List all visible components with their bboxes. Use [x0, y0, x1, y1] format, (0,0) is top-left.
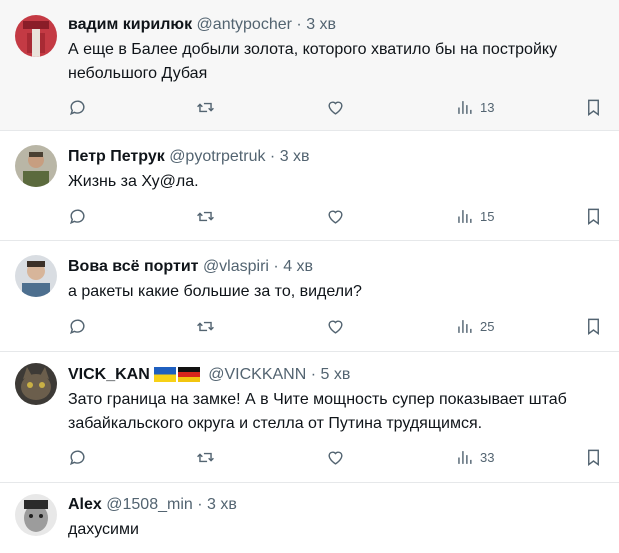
views-button[interactable]: 13 — [455, 96, 494, 118]
heart-icon — [328, 101, 343, 115]
tweet-text: Зато граница на замке! А в Чите мощность… — [68, 391, 567, 432]
reply-button[interactable] — [68, 315, 87, 337]
reply-button[interactable] — [68, 446, 87, 468]
reply-icon — [69, 208, 85, 224]
views-button[interactable]: 33 — [455, 446, 494, 468]
retweet-button[interactable] — [196, 205, 215, 227]
tweet-1[interactable]: вадим кирилюк @antypocher · 3 хв А еще в… — [0, 0, 619, 131]
views-count: 15 — [480, 208, 495, 224]
bookmark-button[interactable] — [584, 315, 603, 337]
bookmark-icon — [588, 449, 599, 466]
timestamp[interactable]: 4 хв — [283, 258, 313, 275]
avatar[interactable] — [15, 255, 57, 297]
views-icon — [458, 209, 472, 223]
author-name[interactable]: вадим кирилюк — [68, 16, 192, 33]
tweet-actions: 33 — [68, 446, 608, 468]
avatar[interactable] — [15, 145, 57, 187]
tweet-4[interactable]: VICK_KAN @VICKKANN · 5 хв Зато граница н… — [0, 352, 619, 483]
author-name[interactable]: VICK_KAN — [68, 366, 150, 383]
views-icon — [458, 450, 472, 464]
separator-dot: · — [273, 258, 279, 275]
separator-dot: · — [296, 16, 302, 33]
tweet-header: Alex @1508_min · 3 хв — [68, 495, 237, 515]
views-button[interactable]: 15 — [455, 205, 494, 227]
germany-flag-icon — [177, 367, 200, 382]
tweet-actions: 25 — [68, 315, 608, 337]
retweet-button[interactable] — [196, 315, 215, 337]
bookmark-icon — [588, 99, 599, 116]
tweet-header: Вова всё портит @vlaspiri · 4 хв — [68, 257, 313, 277]
separator-dot: · — [310, 366, 317, 383]
tweet-actions: 15 — [68, 205, 608, 227]
tweet-text: а ракеты какие большие за то, видели? — [68, 283, 362, 300]
reply-icon — [69, 318, 85, 334]
avatar[interactable] — [15, 494, 57, 536]
like-button[interactable] — [326, 205, 345, 227]
tweet-text: дахусими — [68, 521, 139, 538]
author-handle[interactable]: @vlaspiri — [203, 258, 269, 275]
views-icon — [458, 100, 472, 114]
reply-icon — [69, 99, 85, 115]
timestamp[interactable]: 3 хв — [280, 148, 310, 165]
views-button[interactable]: 25 — [455, 315, 494, 337]
tweet-5[interactable]: Alex @1508_min · 3 хв дахусими — [0, 483, 619, 553]
bookmark-button[interactable] — [584, 205, 603, 227]
tweet-text: А еще в Балее добыли золота, которого хв… — [68, 41, 558, 82]
tweet-actions: 13 — [68, 96, 608, 118]
retweet-button[interactable] — [196, 446, 215, 468]
separator-dot: · — [269, 148, 276, 165]
separator-dot: · — [197, 496, 203, 513]
avatar[interactable] — [15, 15, 57, 57]
reply-button[interactable] — [68, 205, 87, 227]
author-handle[interactable]: @antypocher — [197, 16, 292, 33]
author-name[interactable]: Петр Петрук — [68, 148, 165, 165]
retweet-icon — [197, 102, 214, 112]
views-icon — [458, 319, 472, 333]
views-count: 33 — [480, 449, 495, 465]
timestamp[interactable]: 3 хв — [207, 496, 237, 513]
reply-feed: вадим кирилюк @antypocher · 3 хв А еще в… — [0, 0, 619, 553]
retweet-icon — [197, 211, 214, 221]
bookmark-icon — [588, 208, 599, 225]
tweet-header: Петр Петрук @pyotrpetruk · 3 хв — [68, 147, 310, 167]
reply-button[interactable] — [68, 96, 87, 118]
heart-icon — [328, 320, 343, 334]
flags — [153, 367, 200, 387]
author-handle[interactable]: @1508_min — [106, 496, 193, 513]
retweet-icon — [197, 452, 214, 462]
avatar[interactable] — [15, 363, 57, 405]
like-button[interactable] — [326, 446, 345, 468]
author-handle[interactable]: @VICKKANN — [208, 366, 306, 383]
retweet-button[interactable] — [196, 96, 215, 118]
author-name[interactable]: Вова всё портит — [68, 258, 198, 275]
heart-icon — [328, 210, 343, 224]
retweet-icon — [197, 321, 214, 331]
tweet-3[interactable]: Вова всё портит @vlaspiri · 4 хв а ракет… — [0, 241, 619, 352]
heart-icon — [328, 451, 343, 465]
like-button[interactable] — [326, 315, 345, 337]
timestamp[interactable]: 3 хв — [306, 16, 336, 33]
author-handle[interactable]: @pyotrpetruk — [169, 148, 265, 165]
bookmark-icon — [588, 318, 599, 335]
reply-icon — [69, 449, 85, 465]
author-name[interactable]: Alex — [68, 496, 102, 513]
views-count: 13 — [480, 99, 495, 115]
tweet-text: Жизнь за Ху@ла. — [68, 173, 199, 190]
timestamp[interactable]: 5 хв — [321, 366, 351, 383]
tweet-header: VICK_KAN @VICKKANN · 5 хв — [68, 365, 350, 387]
tweet-header: вадим кирилюк @antypocher · 3 хв — [68, 15, 336, 35]
views-count: 25 — [480, 318, 495, 334]
tweet-2[interactable]: Петр Петрук @pyotrpetruk · 3 хв Жизнь за… — [0, 131, 619, 241]
bookmark-button[interactable] — [584, 96, 603, 118]
like-button[interactable] — [326, 96, 345, 118]
bookmark-button[interactable] — [584, 446, 603, 468]
ukraine-flag-icon — [153, 367, 176, 382]
